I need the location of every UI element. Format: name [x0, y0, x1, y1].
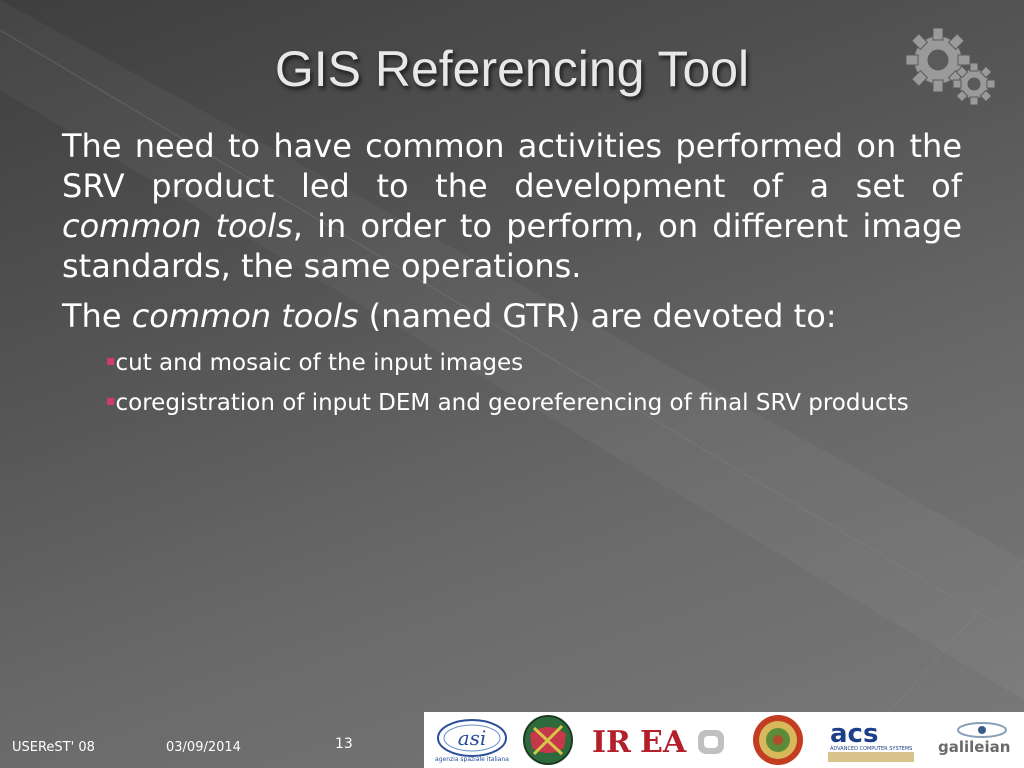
paragraph-tools-text-b: (named GTR) are devoted to:: [358, 297, 837, 335]
svg-text:IR: IR: [592, 725, 632, 760]
footer-date: 03/09/2014: [166, 740, 241, 755]
paragraph-tools-emphasis: common tools: [131, 297, 359, 335]
bullet-text: cut and mosaic of the input images: [115, 350, 524, 376]
svg-text:EA: EA: [640, 725, 687, 760]
svg-text:agenzia spaziale italiana: agenzia spaziale italiana: [435, 756, 509, 763]
bullet-item: ▪coregistration of input DEM and georefe…: [106, 386, 962, 418]
page-number: 13: [335, 736, 353, 752]
irea-logo: IR EA: [592, 725, 724, 760]
gears-icon: [905, 27, 996, 106]
page-title: GIS Referencing Tool: [274, 41, 750, 97]
galileian-logo: galileian: [938, 722, 1010, 756]
paragraph-intro-text-a: The need to have common activities perfo…: [62, 127, 962, 205]
svg-text:asi: asi: [458, 726, 487, 750]
svg-text:galileian: galileian: [938, 738, 1010, 756]
paragraph-intro-emphasis: common tools: [62, 207, 293, 245]
asi-logo: asi agenzia spaziale italiana: [435, 719, 509, 763]
svg-text:acs: acs: [830, 719, 878, 749]
bullet-marker-icon: ▪: [106, 393, 116, 409]
bullet-marker-icon: ▪: [106, 353, 116, 369]
slide-body: The need to have common activities perfo…: [62, 126, 962, 418]
acs-logo: acs ADVANCED COMPUTER SYSTEMS: [828, 719, 914, 762]
paragraph-tools: The common tools (named GTR) are devoted…: [62, 296, 962, 336]
globe-logo: [523, 715, 573, 765]
partner-logos-strip: asi agenzia spaziale italiana IR EA acs …: [424, 712, 1024, 768]
paragraph-intro: The need to have common activities perfo…: [62, 126, 962, 286]
paragraph-tools-text-a: The: [62, 297, 132, 335]
bullet-text: coregistration of input DEM and georefer…: [115, 390, 909, 416]
bullet-item: ▪cut and mosaic of the input images: [106, 346, 962, 378]
svg-text:ADVANCED COMPUTER SYSTEMS: ADVANCED COMPUTER SYSTEMS: [830, 746, 912, 752]
footer-event: USEReST' 08: [12, 740, 95, 755]
university-seal-logo: [753, 715, 803, 765]
